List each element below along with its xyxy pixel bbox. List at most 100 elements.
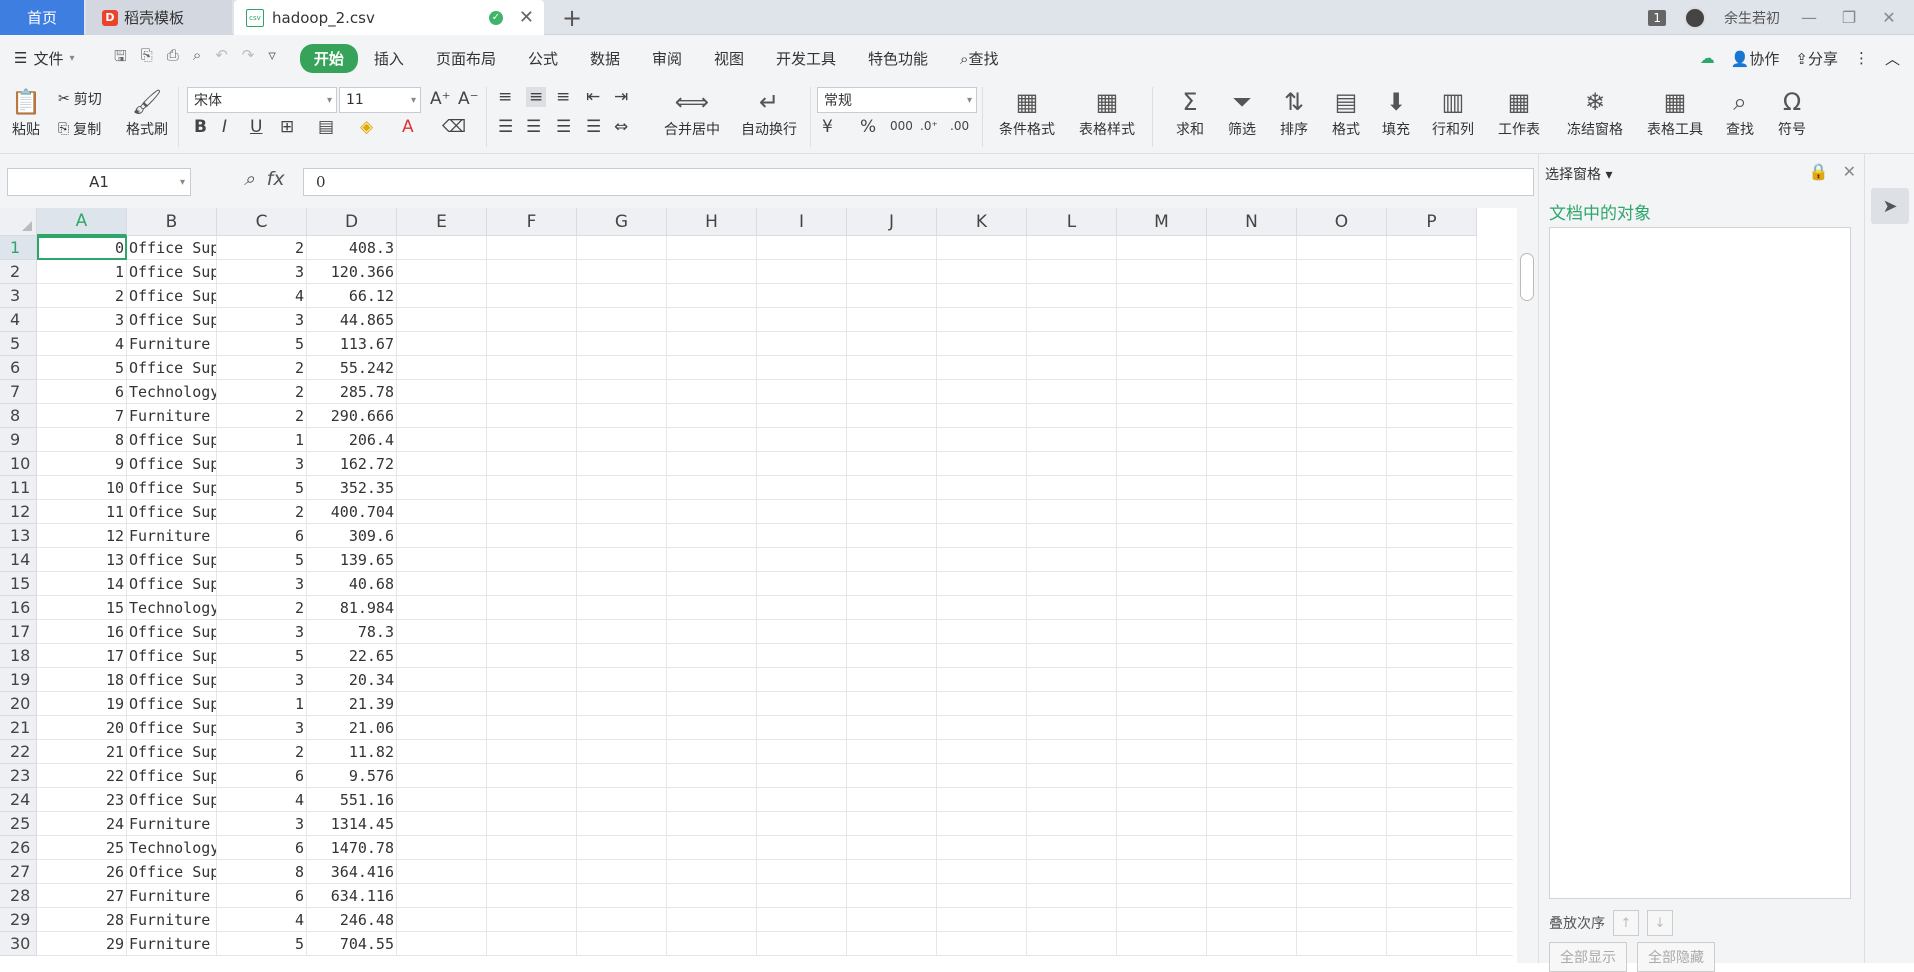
- cell-h5[interactable]: [667, 332, 757, 356]
- cell-d3[interactable]: 66.12: [307, 284, 397, 308]
- cell-l30[interactable]: [1027, 932, 1117, 956]
- cell-g14[interactable]: [577, 548, 667, 572]
- row-header[interactable]: 6: [0, 356, 37, 380]
- cell-o15[interactable]: [1297, 572, 1387, 596]
- cell-j8[interactable]: [847, 404, 937, 428]
- underline-icon[interactable]: U: [250, 117, 262, 137]
- cell-l1[interactable]: [1027, 236, 1117, 260]
- cell-b6[interactable]: Office Sup: [127, 356, 217, 380]
- cell-e1[interactable]: [397, 236, 487, 260]
- column-header-p[interactable]: P: [1387, 208, 1477, 236]
- cell-a11[interactable]: 10: [37, 476, 127, 500]
- cell-d13[interactable]: 309.6: [307, 524, 397, 548]
- cell-d18[interactable]: 22.65: [307, 644, 397, 668]
- indent-icon[interactable]: ⇥: [614, 87, 628, 107]
- freeze-panes-button[interactable]: ❄ 冻结窗格: [1560, 85, 1630, 139]
- cell-g9[interactable]: [577, 428, 667, 452]
- border-icon[interactable]: ⊞: [280, 117, 294, 137]
- cell-n17[interactable]: [1207, 620, 1297, 644]
- cell-f17[interactable]: [487, 620, 577, 644]
- cell-j25[interactable]: [847, 812, 937, 836]
- print-icon[interactable]: ⎙: [167, 46, 179, 71]
- cell-o6[interactable]: [1297, 356, 1387, 380]
- cell-m27[interactable]: [1117, 860, 1207, 884]
- spreadsheet-grid[interactable]: ABCDEFGHIJKLMNOP 1 2 3 4 5 6 7 8 9 10 11 12 13 14 15 16…: [0, 208, 1513, 963]
- cell-b18[interactable]: Office Sup: [127, 644, 217, 668]
- cell-j20[interactable]: [847, 692, 937, 716]
- column-header-h[interactable]: H: [667, 208, 757, 236]
- cell-n7[interactable]: [1207, 380, 1297, 404]
- cell-p1[interactable]: [1387, 236, 1477, 260]
- cell-a29[interactable]: 28: [37, 908, 127, 932]
- row-header[interactable]: 4: [0, 308, 37, 332]
- cell-i27[interactable]: [757, 860, 847, 884]
- cell-e20[interactable]: [397, 692, 487, 716]
- cell-g1[interactable]: [577, 236, 667, 260]
- cell-a21[interactable]: 20: [37, 716, 127, 740]
- cell-n19[interactable]: [1207, 668, 1297, 692]
- cell-l27[interactable]: [1027, 860, 1117, 884]
- cell-i10[interactable]: [757, 452, 847, 476]
- cell-h16[interactable]: [667, 596, 757, 620]
- cell-j29[interactable]: [847, 908, 937, 932]
- cell-e12[interactable]: [397, 500, 487, 524]
- merge-center-button[interactable]: ⟺ 合并居中: [656, 85, 728, 139]
- cell-a12[interactable]: 11: [37, 500, 127, 524]
- cell-n25[interactable]: [1207, 812, 1297, 836]
- cell-h29[interactable]: [667, 908, 757, 932]
- cell-n5[interactable]: [1207, 332, 1297, 356]
- row-header[interactable]: 2: [0, 260, 37, 284]
- cell-a22[interactable]: 21: [37, 740, 127, 764]
- minimize-button[interactable]: —: [1798, 8, 1820, 27]
- cell-i9[interactable]: [757, 428, 847, 452]
- cell-n11[interactable]: [1207, 476, 1297, 500]
- cell-e18[interactable]: [397, 644, 487, 668]
- print-preview-icon[interactable]: ⌕: [193, 46, 201, 71]
- cell-h17[interactable]: [667, 620, 757, 644]
- cell-j30[interactable]: [847, 932, 937, 956]
- cell-b12[interactable]: Office Sup: [127, 500, 217, 524]
- cell-l28[interactable]: [1027, 884, 1117, 908]
- cell-i28[interactable]: [757, 884, 847, 908]
- cell-p7[interactable]: [1387, 380, 1477, 404]
- cell-e22[interactable]: [397, 740, 487, 764]
- fx-icon[interactable]: fx: [267, 168, 285, 190]
- formula-input[interactable]: 0: [303, 168, 1534, 196]
- number-format-select[interactable]: 常规: [817, 87, 977, 113]
- cell-e21[interactable]: [397, 716, 487, 740]
- cell-o13[interactable]: [1297, 524, 1387, 548]
- row-header[interactable]: 12: [0, 500, 37, 524]
- cell-g29[interactable]: [577, 908, 667, 932]
- cell-g7[interactable]: [577, 380, 667, 404]
- move-up-button[interactable]: ↑: [1613, 910, 1639, 936]
- cell-c29[interactable]: 4: [217, 908, 307, 932]
- cell-g2[interactable]: [577, 260, 667, 284]
- cell-i21[interactable]: [757, 716, 847, 740]
- cell-d23[interactable]: 9.576: [307, 764, 397, 788]
- cell-f3[interactable]: [487, 284, 577, 308]
- cell-d19[interactable]: 20.34: [307, 668, 397, 692]
- cell-b20[interactable]: Office Sup: [127, 692, 217, 716]
- clear-format-icon[interactable]: ⌫: [442, 117, 466, 137]
- cell-m11[interactable]: [1117, 476, 1207, 500]
- cell-i18[interactable]: [757, 644, 847, 668]
- export-icon[interactable]: ⎘: [141, 46, 153, 71]
- cell-h4[interactable]: [667, 308, 757, 332]
- cell-k4[interactable]: [937, 308, 1027, 332]
- cell-p19[interactable]: [1387, 668, 1477, 692]
- cell-l7[interactable]: [1027, 380, 1117, 404]
- cell-j22[interactable]: [847, 740, 937, 764]
- cell-p22[interactable]: [1387, 740, 1477, 764]
- cell-p26[interactable]: [1387, 836, 1477, 860]
- cell-c26[interactable]: 6: [217, 836, 307, 860]
- cell-a15[interactable]: 14: [37, 572, 127, 596]
- collapse-ribbon-icon[interactable]: ︿: [1885, 48, 1900, 69]
- cell-n22[interactable]: [1207, 740, 1297, 764]
- cell-n24[interactable]: [1207, 788, 1297, 812]
- cell-o17[interactable]: [1297, 620, 1387, 644]
- cell-l15[interactable]: [1027, 572, 1117, 596]
- pane-title[interactable]: 选择窗格 ▾: [1545, 164, 1612, 184]
- cell-p16[interactable]: [1387, 596, 1477, 620]
- cell-b19[interactable]: Office Sup: [127, 668, 217, 692]
- cell-i20[interactable]: [757, 692, 847, 716]
